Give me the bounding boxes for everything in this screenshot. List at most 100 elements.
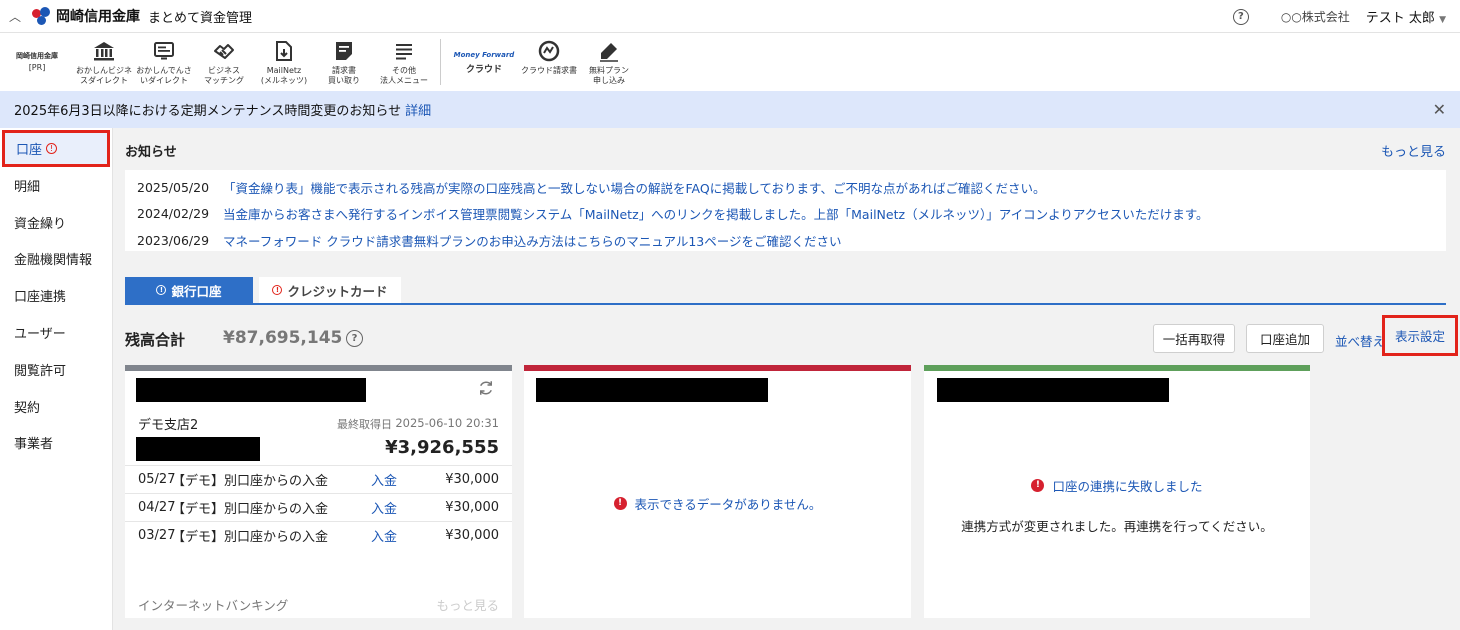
tx-date: 03/27 (138, 528, 176, 543)
tx-description: 【デモ】別口座からの入金 (172, 474, 329, 489)
tool-free-plan-signup[interactable]: 無料プラン 申し込み (579, 33, 639, 86)
tool-business-direct[interactable]: おかしんビジネ スダイレクト (74, 33, 134, 86)
news-more-link[interactable]: もっと見る (1381, 141, 1446, 160)
menu-icon (396, 44, 412, 60)
tool-label: その他 法人メニュー (380, 66, 428, 85)
help-icon[interactable]: ? (1232, 8, 1249, 25)
sidebar-item-label: ユーザー (14, 327, 66, 343)
sidebar-item-account-link[interactable]: 口座連携 (0, 277, 112, 314)
sidebar-item-business[interactable]: 事業者 (0, 425, 112, 462)
bank-icon (94, 42, 114, 61)
internet-banking-label: インターネットバンキング (138, 598, 289, 613)
sidebar-item-label: 金融機関情報 (14, 253, 93, 269)
brand-pr[interactable]: 岡崎信用金庫 [PR] (0, 33, 74, 72)
news-date: 2024/02/29 (137, 206, 210, 222)
news-link[interactable]: 当金庫からお客さまへ発行するインボイス管理票閲覧システム「MailNetz」への… (223, 204, 1209, 223)
tx-type: 入金 (371, 530, 398, 545)
tool-mf-cloud[interactable]: Money Forward クラウド (449, 33, 519, 75)
refresh-icon[interactable] (477, 379, 495, 397)
signup-pen-icon (600, 43, 618, 62)
transaction-row[interactable]: 03/27 【デモ】別口座からの入金 入金 ¥30,000 (125, 521, 512, 549)
news-link[interactable]: 「資金繰り表」機能で表示される残高が実際の口座残高と一致しない場合の解説をFAQ… (223, 178, 1045, 197)
sort-link[interactable]: 並べ替え (1335, 331, 1385, 350)
sidebar-item-label: 閲覧許可 (14, 363, 67, 379)
tool-other-menu[interactable]: その他 法人メニュー (374, 33, 434, 86)
brand-name: 岡崎信用金庫 (16, 52, 58, 60)
toolbar-divider (440, 39, 441, 85)
tx-description: 【デモ】別口座からの入金 (172, 530, 329, 545)
app-name: まとめて資金管理 (148, 10, 253, 26)
account-card: ! 口座の連携に失敗しました 連携方式が変更されました。再連携を行ってください。 (924, 365, 1310, 618)
tx-date: 04/27 (138, 500, 176, 515)
sidebar-item-view-permission[interactable]: 閲覧許可 (0, 351, 112, 388)
sidebar-item-accounts[interactable]: 口座 ! (2, 130, 110, 167)
tab-label: クレジットカード (287, 283, 388, 299)
error-icon: ! (1031, 479, 1045, 492)
tool-mf-invoice[interactable]: クラウド請求書 (519, 33, 579, 76)
tab-bank-accounts[interactable]: ! 銀行口座 (125, 277, 253, 303)
sidebar-item-label: 契約 (14, 400, 41, 416)
tx-date: 05/27 (138, 472, 176, 487)
display-settings-link[interactable]: 表示設定 (1382, 315, 1458, 356)
fetched-label: 最終取得日 (337, 418, 392, 431)
news-link[interactable]: マネーフォワード クラウド請求書無料プランのお申込み方法はこちらのマニュアル13… (223, 231, 842, 250)
card-more-link[interactable]: もっと見る (436, 595, 499, 614)
add-account-button[interactable]: 口座追加 (1246, 324, 1324, 353)
sidebar-item-label: 資金繰り (14, 216, 67, 232)
maintenance-banner: 2025年6月3日以降における定期メンテナンス時間変更のお知らせ 詳細 ✕ (0, 91, 1460, 128)
sidebar-item-label: 事業者 (14, 437, 54, 453)
link-failed-text: 口座の連携に失敗しました (1052, 479, 1203, 494)
tool-label: クラウド請求書 (521, 66, 577, 75)
tx-amount: ¥30,000 (445, 528, 499, 543)
banner-detail-link[interactable]: 詳細 (405, 100, 431, 119)
mf-invoice-icon (538, 40, 560, 62)
invoice-icon (336, 42, 352, 60)
tx-amount: ¥30,000 (445, 472, 499, 487)
pr-tag: [PR] (28, 63, 46, 72)
sidebar-item-users[interactable]: ユーザー (0, 314, 112, 351)
user-menu[interactable]: テスト 太郎 ▼ (1366, 7, 1446, 26)
alert-icon: ! (156, 285, 167, 295)
tx-amount: ¥30,000 (445, 500, 499, 515)
account-card: デモ支店2 最終取得日 2025-06-10 20:31 ¥3,926,555 … (125, 365, 512, 618)
refetch-all-button[interactable]: 一括再取得 (1153, 324, 1235, 353)
sidebar-item-label: 明細 (14, 179, 41, 195)
tool-invoice-purchase[interactable]: 請求書 買い取り (314, 33, 374, 86)
link-failed-message[interactable]: ! 口座の連携に失敗しました (924, 476, 1310, 495)
redacted-account-number (136, 437, 260, 461)
transaction-row[interactable]: 04/27 【デモ】別口座からの入金 入金 ¥30,000 (125, 493, 512, 521)
tool-mailnetz[interactable]: MailNetz (メルネッツ) (254, 33, 314, 86)
tx-type: 入金 (371, 502, 398, 517)
news-date: 2025/05/20 (137, 179, 210, 195)
help-icon[interactable]: ? (346, 330, 363, 347)
account-tabs: ! 銀行口座 ! クレジットカード (125, 277, 1446, 305)
close-icon[interactable]: ✕ (1433, 100, 1446, 119)
tool-densai-direct[interactable]: おかしんでんさ いダイレクト (134, 33, 194, 86)
handshake-icon (214, 44, 234, 59)
sidebar-item-institutions[interactable]: 金融機関情報 (0, 241, 112, 278)
alert-icon: ! (46, 143, 58, 154)
document-download-icon (276, 41, 292, 61)
tx-description: 【デモ】別口座からの入金 (172, 502, 329, 517)
total-balance-label: 残高合計 (125, 331, 186, 349)
news-item: 2023/06/29 マネーフォワード クラウド請求書無料プランのお申込み方法は… (137, 227, 1434, 254)
alert-icon: ! (272, 285, 283, 295)
transaction-row[interactable]: 05/27 【デモ】別口座からの入金 入金 ¥30,000 (125, 465, 512, 493)
tool-business-matching[interactable]: ビジネス マッチング (194, 33, 254, 86)
tool-label: 請求書 買い取り (328, 66, 360, 85)
chevron-down-icon: ▼ (1439, 15, 1446, 25)
news-item: 2025/05/20 「資金繰り表」機能で表示される残高が実際の口座残高と一致し… (137, 174, 1434, 201)
fetched-at: 2025-06-10 20:31 (395, 416, 499, 430)
sidebar: 口座 ! 明細 資金繰り 金融機関情報 口座連携 ユーザー 閲覧許可 契約 事業… (0, 128, 113, 630)
tab-credit-cards[interactable]: ! クレジットカード (259, 277, 401, 303)
tool-label: おかしんでんさ いダイレクト (136, 66, 192, 85)
tx-type: 入金 (371, 474, 398, 489)
branch-name: デモ支店2 (138, 418, 199, 433)
tool-label: 無料プラン 申し込み (589, 66, 629, 85)
main-content: お知らせ もっと見る 2025/05/20 「資金繰り表」機能で表示される残高が… (113, 128, 1460, 630)
sidebar-item-contract[interactable]: 契約 (0, 388, 112, 425)
collapse-icon[interactable]: ︿ (0, 8, 30, 25)
no-data-text: 表示できるデータがありません。 (634, 497, 822, 512)
sidebar-item-cashflow[interactable]: 資金繰り (0, 204, 112, 241)
sidebar-item-statements[interactable]: 明細 (0, 167, 112, 204)
